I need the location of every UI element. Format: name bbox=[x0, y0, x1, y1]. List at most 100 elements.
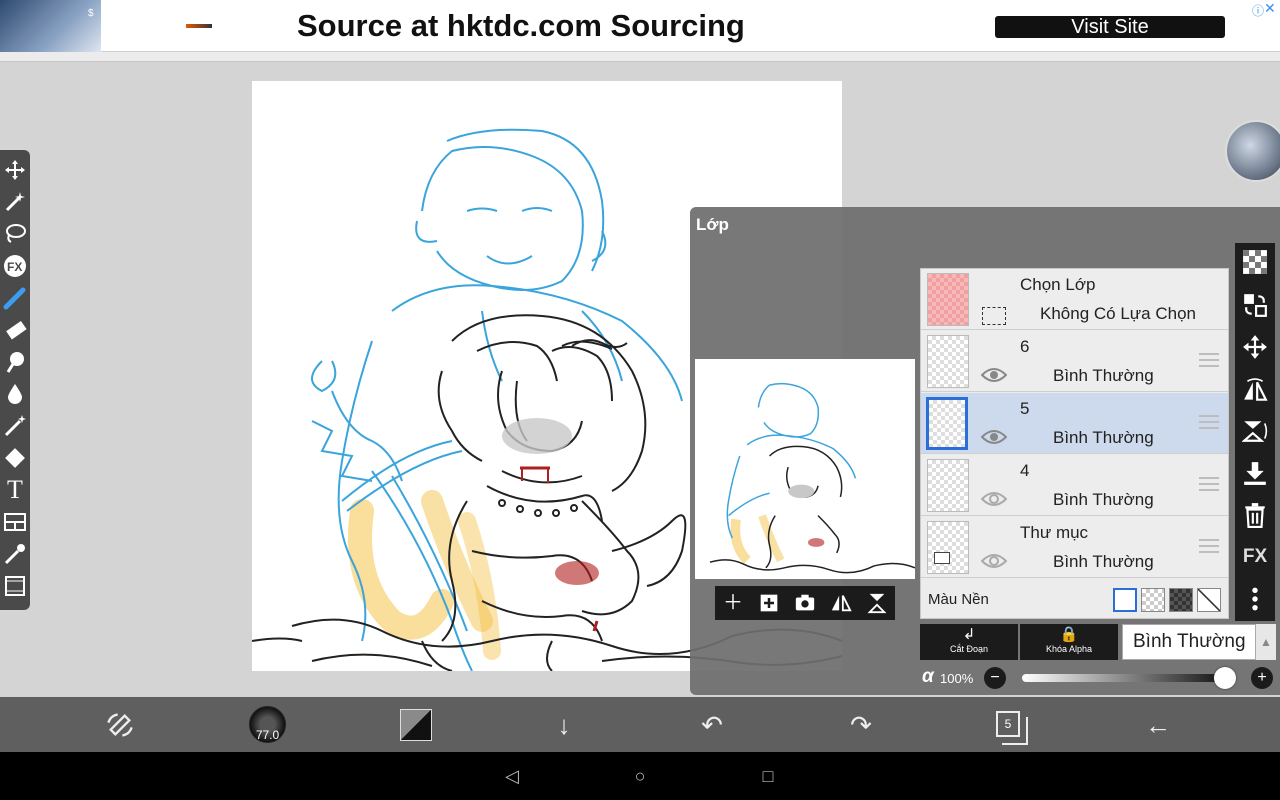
color-picker-swatch[interactable] bbox=[400, 709, 432, 741]
layer-row-4[interactable]: 4 Bình Thường bbox=[921, 455, 1228, 516]
merge-down-icon[interactable] bbox=[1239, 457, 1271, 489]
magic-wand-icon[interactable] bbox=[1, 188, 29, 216]
camera-icon[interactable] bbox=[791, 589, 819, 617]
layer-panel-title: Lớp bbox=[696, 215, 729, 234]
layers-button[interactable]: 5 bbox=[996, 711, 1028, 745]
layer-list: Chọn Lớp Không Có Lựa Chọn 6 Bình Thường… bbox=[920, 268, 1229, 619]
alpha-lock-button[interactable]: 🔒 Khóa Alpha bbox=[1020, 624, 1118, 660]
flip-layer-vertical-icon[interactable] bbox=[1239, 415, 1271, 447]
lasso-icon[interactable] bbox=[1, 220, 29, 248]
clipping-button[interactable]: ↲ Cắt Đoạn bbox=[920, 624, 1018, 660]
flip-horizontal-icon[interactable] bbox=[827, 589, 855, 617]
visit-site-button[interactable]: Visit Site bbox=[995, 16, 1225, 38]
info-icon[interactable]: ⓘ bbox=[1252, 2, 1264, 19]
fill-bucket-icon[interactable] bbox=[1, 444, 29, 472]
alpha-symbol: α bbox=[922, 666, 934, 687]
folder-icon bbox=[934, 552, 950, 564]
brush-size-indicator[interactable]: 77.0 bbox=[249, 706, 286, 743]
bg-transparent-dark-swatch[interactable] bbox=[1169, 588, 1193, 612]
bg-none-swatch[interactable] bbox=[1197, 588, 1221, 612]
layer-blend-mode: Bình Thường bbox=[1053, 428, 1154, 447]
bottom-toolbar: 77.0 ↓ ↶ ↷ 5 ← bbox=[0, 697, 1280, 752]
preview-artwork bbox=[709, 382, 915, 574]
blur-drop-icon[interactable] bbox=[1, 380, 29, 408]
drag-handle-icon[interactable] bbox=[1199, 353, 1219, 367]
redo-icon[interactable]: ↷ bbox=[841, 705, 881, 745]
user-avatar[interactable] bbox=[1225, 120, 1280, 182]
ad-thumbnail[interactable]: $ bbox=[0, 0, 101, 52]
layer-thumbnail bbox=[926, 397, 968, 450]
canvas-tool-icon[interactable] bbox=[1, 572, 29, 600]
drag-handle-icon[interactable] bbox=[1199, 415, 1219, 429]
visibility-eye-icon[interactable] bbox=[981, 553, 1007, 569]
flip-vertical-icon[interactable] bbox=[863, 589, 891, 617]
special-brush-icon[interactable] bbox=[1, 412, 29, 440]
ad-logo bbox=[186, 24, 212, 28]
layer-blend-mode: Bình Thường bbox=[1053, 366, 1154, 385]
opacity-control: α 100% − + bbox=[918, 664, 1280, 692]
more-options-icon[interactable] bbox=[1239, 583, 1271, 615]
nav-back-icon[interactable]: ◁ bbox=[500, 764, 524, 788]
undo-icon[interactable]: ↶ bbox=[692, 705, 732, 745]
blend-mode-select[interactable]: Bình Thường bbox=[1122, 624, 1256, 660]
preview-toolbar: ＋ bbox=[715, 586, 895, 620]
layer-thumbnail bbox=[927, 335, 969, 388]
close-icon[interactable]: ✕ bbox=[1264, 0, 1276, 17]
add-layer-icon[interactable]: ＋ bbox=[719, 589, 747, 617]
add-special-layer-icon[interactable] bbox=[755, 589, 783, 617]
app-root: $ Source at hktdc.com Sourcing Visit Sit… bbox=[0, 0, 1280, 800]
layer-panel: Lớp ＋ Chọn Lớp Không Có Lựa Chọn 6 Bình … bbox=[690, 207, 1280, 695]
select-layer-subtitle: Không Có Lựa Chọn bbox=[1040, 304, 1196, 323]
frame-divider-icon[interactable] bbox=[1, 508, 29, 536]
eraser-icon[interactable] bbox=[1, 316, 29, 344]
bg-transparent-light-swatch[interactable] bbox=[1141, 588, 1165, 612]
select-layer-row[interactable]: Chọn Lớp Không Có Lựa Chọn bbox=[921, 269, 1228, 330]
fx-tool-icon[interactable]: FX bbox=[1, 252, 29, 280]
opacity-slider[interactable] bbox=[1022, 674, 1227, 682]
delete-layer-icon[interactable] bbox=[1239, 499, 1271, 531]
new-transparent-layer-icon[interactable] bbox=[1239, 246, 1271, 278]
clip-arrow-icon: ↲ bbox=[962, 626, 976, 643]
bg-white-swatch[interactable] bbox=[1113, 588, 1137, 612]
layer-row-folder[interactable]: Thư mục Bình Thường bbox=[921, 517, 1228, 578]
select-layer-title: Chọn Lớp bbox=[1020, 275, 1096, 294]
svg-text:FX: FX bbox=[7, 260, 22, 274]
opacity-decrease-button[interactable]: − bbox=[984, 667, 1006, 689]
layer-preview[interactable] bbox=[695, 359, 915, 579]
dropdown-arrow-icon[interactable]: ▲ bbox=[1256, 624, 1276, 660]
ad-title[interactable]: Source at hktdc.com Sourcing bbox=[297, 8, 745, 44]
layer-name: Thư mục bbox=[1020, 523, 1089, 542]
visibility-eye-icon[interactable] bbox=[981, 429, 1007, 445]
layer-row-6[interactable]: 6 Bình Thường bbox=[921, 331, 1228, 392]
back-arrow-icon[interactable]: ← bbox=[1138, 705, 1178, 745]
drag-handle-icon[interactable] bbox=[1199, 477, 1219, 491]
layer-name: 4 bbox=[1020, 461, 1030, 480]
nav-recents-icon[interactable]: □ bbox=[756, 764, 780, 788]
smudge-icon[interactable] bbox=[1, 348, 29, 376]
layer-fx-button[interactable]: FX bbox=[1239, 541, 1271, 573]
layer-actions-toolbar: FX bbox=[1235, 243, 1275, 621]
drag-handle-icon[interactable] bbox=[1199, 539, 1219, 553]
text-tool-icon[interactable]: T bbox=[1, 476, 29, 504]
visibility-eye-icon[interactable] bbox=[981, 367, 1007, 383]
move-tool-icon[interactable] bbox=[1, 156, 29, 184]
swap-layer-icon[interactable] bbox=[1239, 289, 1271, 321]
ad-banner[interactable]: $ Source at hktdc.com Sourcing Visit Sit… bbox=[0, 0, 1280, 52]
background-color-row: Màu Nền bbox=[921, 580, 1228, 618]
opacity-value: 100% bbox=[940, 671, 974, 686]
opacity-slider-knob[interactable] bbox=[1214, 667, 1236, 689]
visibility-eye-icon[interactable] bbox=[981, 491, 1007, 507]
brush-icon[interactable] bbox=[1, 284, 29, 312]
layer-row-5[interactable]: 5 Bình Thường bbox=[921, 393, 1228, 454]
opacity-increase-button[interactable]: + bbox=[1251, 667, 1273, 689]
move-layer-icon[interactable] bbox=[1239, 331, 1271, 363]
transform-menu-icon[interactable] bbox=[100, 705, 140, 745]
system-nav-bar: ◁ ○ □ bbox=[0, 752, 1280, 800]
eyedropper-icon[interactable] bbox=[1, 540, 29, 568]
layer-thumbnail bbox=[927, 459, 969, 512]
ad-thumb-text: $ bbox=[88, 8, 94, 19]
flip-layer-horizontal-icon[interactable] bbox=[1239, 375, 1271, 407]
nav-home-icon[interactable]: ○ bbox=[628, 764, 652, 788]
download-arrow-icon[interactable]: ↓ bbox=[544, 705, 584, 745]
background-label: Màu Nền bbox=[928, 591, 989, 608]
